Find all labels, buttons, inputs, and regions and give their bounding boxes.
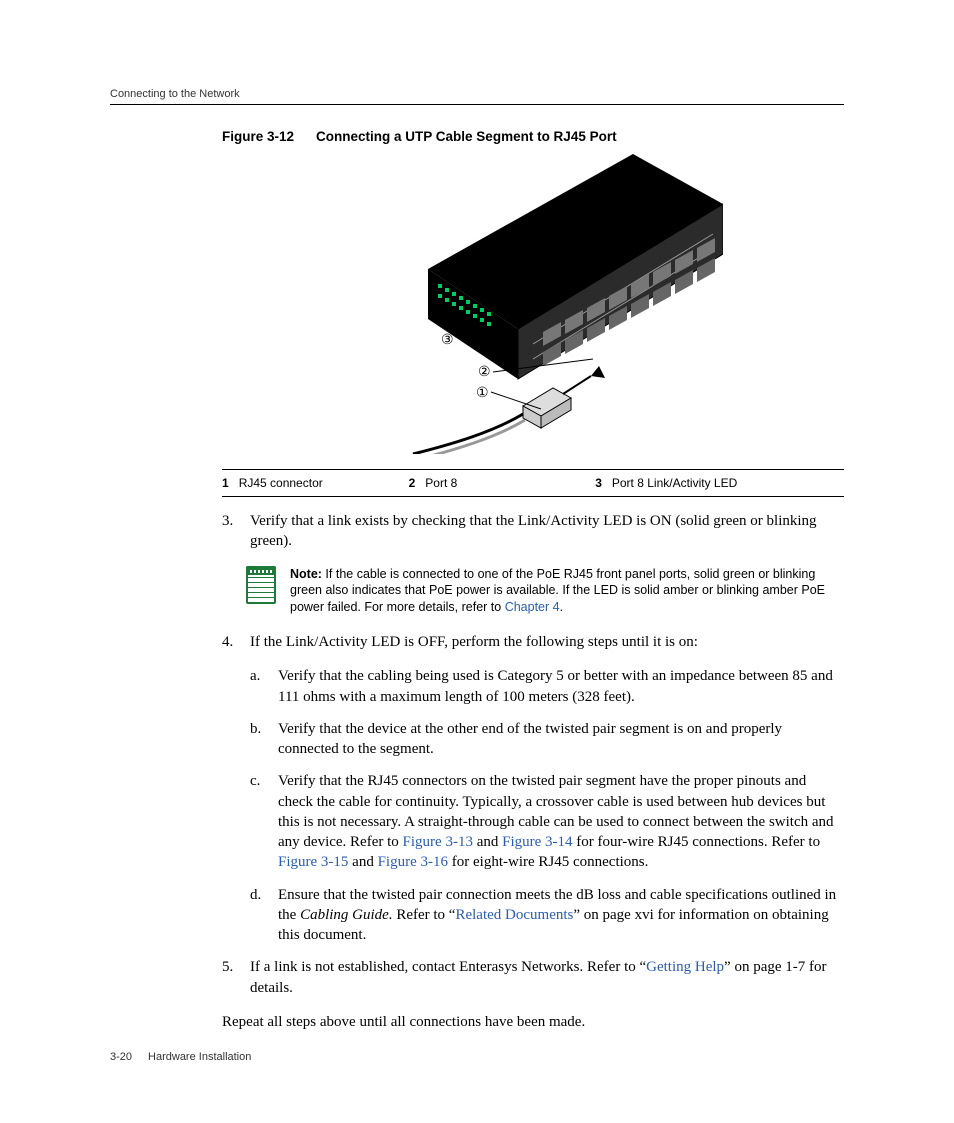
step-4: 4. If the Link/Activity LED is OFF, perf… — [222, 632, 844, 652]
step-3-number: 3. — [222, 511, 250, 552]
substep-c-number: c. — [250, 771, 278, 872]
step-5-body: If a link is not established, contact En… — [250, 957, 844, 998]
substep-b: b. Verify that the device at the other e… — [250, 719, 844, 760]
step-4-number: 4. — [222, 632, 250, 652]
link-figure-3-14[interactable]: Figure 3-14 — [502, 834, 572, 850]
callout-legend: 1 RJ45 connector 2 Port 8 3 Port 8 Link/Act… — [222, 469, 844, 497]
cabling-guide-italic: Cabling Guide. — [300, 907, 393, 923]
substep-c: c. Verify that the RJ45 connectors on th… — [250, 771, 844, 872]
link-figure-3-13[interactable]: Figure 3-13 — [403, 834, 473, 850]
page-number: 3-20 — [110, 1051, 132, 1063]
substep-d-number: d. — [250, 885, 278, 946]
note-text: Note: If the cable is connected to one o… — [290, 566, 844, 617]
step-5-number: 5. — [222, 957, 250, 998]
substep-c-t5: for eight-wire RJ45 connections. — [448, 854, 648, 870]
note-body-2: . — [560, 600, 563, 614]
callout-3-marker: ③ — [441, 331, 454, 347]
substep-b-number: b. — [250, 719, 278, 760]
footer-section: Hardware Installation — [148, 1051, 251, 1063]
switch-illustration-svg: ③ ② ① — [343, 154, 723, 454]
figure-title: Connecting a UTP Cable Segment to RJ45 P… — [316, 129, 617, 144]
substep-c-body: Verify that the RJ45 connectors on the t… — [278, 771, 844, 872]
running-header: Connecting to the Network — [110, 88, 844, 100]
legend-3-text: Port 8 Link/Activity LED — [612, 476, 737, 490]
step-3: 3. Verify that a link exists by checking… — [222, 511, 844, 552]
link-related-documents[interactable]: Related Documents — [455, 907, 573, 923]
closing-paragraph: Repeat all steps above until all connect… — [222, 1012, 844, 1032]
substep-a-body: Verify that the cabling being used is Ca… — [278, 666, 844, 707]
callout-2-marker: ② — [478, 363, 491, 379]
legend-1-text: RJ45 connector — [239, 476, 323, 490]
note-label: Note: — [290, 567, 322, 581]
legend-3-num: 3 — [595, 476, 602, 490]
header-rule — [110, 104, 844, 105]
callout-1-marker: ① — [476, 384, 489, 400]
substep-a: a. Verify that the cabling being used is… — [250, 666, 844, 707]
substep-b-body: Verify that the device at the other end … — [278, 719, 844, 760]
step-5: 5. If a link is not established, contact… — [222, 957, 844, 998]
substep-c-t3: for four-wire RJ45 connections. Refer to — [573, 834, 821, 850]
step-5-t1: If a link is not established, contact En… — [250, 959, 646, 975]
note-block: Note: If the cable is connected to one o… — [246, 566, 844, 617]
substep-c-t4: and — [348, 854, 377, 870]
figure-label: Figure 3-12 — [222, 129, 294, 144]
legend-1-num: 1 — [222, 476, 229, 490]
substep-d: d. Ensure that the twisted pair connecti… — [250, 885, 844, 946]
legend-2-num: 2 — [409, 476, 416, 490]
figure-caption: Figure 3-12 Connecting a UTP Cable Segmen… — [222, 129, 844, 144]
substep-d-body: Ensure that the twisted pair connection … — [278, 885, 844, 946]
note-icon — [246, 566, 276, 604]
page-footer: 3-20 Hardware Installation — [110, 1051, 251, 1063]
substep-a-number: a. — [250, 666, 278, 707]
link-figure-3-15[interactable]: Figure 3-15 — [278, 854, 348, 870]
note-link-chapter4[interactable]: Chapter 4 — [505, 600, 560, 614]
step-4-body: If the Link/Activity LED is OFF, perform… — [250, 632, 844, 652]
substep-d-t2: Refer to “ — [393, 907, 456, 923]
link-figure-3-16[interactable]: Figure 3-16 — [378, 854, 448, 870]
link-getting-help[interactable]: Getting Help — [646, 959, 724, 975]
figure-illustration: ③ ② ① — [343, 154, 723, 454]
step-3-body: Verify that a link exists by checking th… — [250, 511, 844, 552]
legend-2-text: Port 8 — [425, 476, 457, 490]
substep-c-t2: and — [473, 834, 502, 850]
